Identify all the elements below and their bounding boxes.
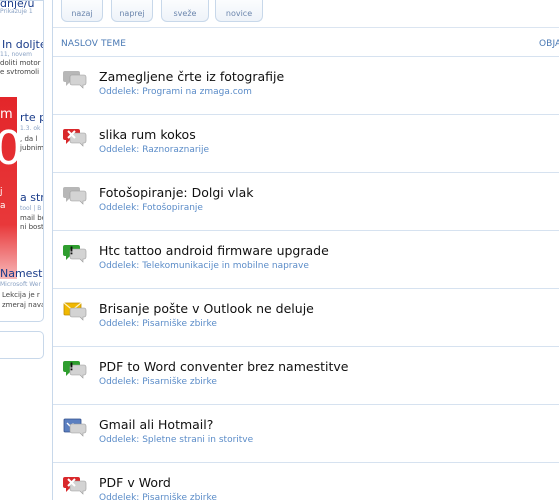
sidebar-line: 1.3. ok <box>20 125 41 132</box>
sidebar-line[interactable]: In doljte <box>2 38 43 51</box>
sidebar-line: jubnim <box>20 144 44 152</box>
topic-section-link[interactable]: Oddelek: Pisarniške zbirke <box>99 493 217 500</box>
topic-section-link[interactable]: Oddelek: Pisarniške zbirke <box>99 377 217 387</box>
topic-row[interactable]: Brisanje pošte v Outlook ne deluje Oddel… <box>53 288 559 346</box>
topics-panel: nazaj naprej sveže novice NASLOV TEME OB… <box>52 0 559 500</box>
topic-title[interactable]: PDF v Word <box>99 475 171 490</box>
column-header-published[interactable]: OBJA <box>539 39 559 49</box>
topic-row[interactable]: Htc tattoo android firmware upgrade Odde… <box>53 230 559 288</box>
topic-row[interactable]: slika rum kokos Oddelek: Raznoraznarije <box>53 114 559 172</box>
topic-new-icon <box>63 243 87 263</box>
topic-list: Zamegljene črte iz fotografije Oddelek: … <box>53 56 559 500</box>
topic-title[interactable]: Brisanje pošte v Outlook ne deluje <box>99 301 314 316</box>
sidebar-box <box>0 331 44 359</box>
topic-web-icon <box>63 417 87 437</box>
sidebar-line: e svtromoli <box>0 68 40 76</box>
promo-text: m <box>0 107 13 122</box>
sidebar-line: , da l <box>20 135 38 143</box>
sidebar-line[interactable]: Namestit <box>0 267 43 280</box>
topic-new-icon <box>63 359 87 379</box>
topic-section-link[interactable]: Oddelek: Raznoraznarije <box>99 145 209 155</box>
topic-title[interactable]: slika rum kokos <box>99 127 196 142</box>
topic-section-link[interactable]: Oddelek: Pisarniške zbirke <box>99 319 217 329</box>
refresh-label: sveže <box>173 9 197 18</box>
topic-title[interactable]: Zamegljene črte iz fotografije <box>99 69 284 84</box>
topic-row[interactable]: Fotošopiranje: Dolgi vlak Oddelek: Fotoš… <box>53 172 559 230</box>
topic-locked-icon <box>63 475 87 495</box>
sidebar-line: ni boste <box>20 223 44 231</box>
topic-row[interactable]: Zamegljene črte iz fotografije Oddelek: … <box>53 56 559 114</box>
topic-row[interactable]: PDF v Word Oddelek: Pisarniške zbirke <box>53 462 559 500</box>
topic-locked-icon <box>63 127 87 147</box>
sidebar-line: Prikazuje 1 <box>0 8 33 15</box>
sidebar-line: zmeraj naval <box>2 301 44 309</box>
news-button[interactable]: novice <box>215 0 263 22</box>
topic-section-link[interactable]: Oddelek: Telekomunikacije in mobilne nap… <box>99 261 309 271</box>
sidebar-line: mail boste <box>20 214 43 222</box>
topic-title[interactable]: PDF to Word conventer brez namestitve <box>99 359 348 374</box>
topic-read-icon <box>63 69 87 89</box>
sidebar-line: 11, novem <box>0 51 33 58</box>
sidebar: dnje/u Prikazuje 1 In doljte 11, novem d… <box>0 0 44 500</box>
promo-text: a <box>0 201 6 211</box>
sidebar-line: doliti motor <box>0 59 41 67</box>
forward-button[interactable]: naprej <box>111 0 153 22</box>
sidebar-line: tool | B <box>20 205 42 212</box>
sidebar-line[interactable]: a stra <box>20 191 43 204</box>
topic-mail-icon <box>63 301 87 321</box>
topic-section-link[interactable]: Oddelek: Spletne strani in storitve <box>99 435 253 445</box>
news-label: novice <box>225 9 253 18</box>
topic-title[interactable]: Htc tattoo android firmware upgrade <box>99 243 329 258</box>
news-sidebar-card: dnje/u Prikazuje 1 In doljte 11, novem d… <box>0 0 44 322</box>
forward-label: naprej <box>119 9 145 18</box>
topic-title[interactable]: Fotošopiranje: Dolgi vlak <box>99 185 253 200</box>
sidebar-line[interactable]: rte p <box>20 111 43 124</box>
topic-section-link[interactable]: Oddelek: Fotošopiranje <box>99 203 203 213</box>
column-header-topic[interactable]: NASLOV TEME <box>61 39 126 49</box>
topic-row[interactable]: Gmail ali Hotmail? Oddelek: Spletne stra… <box>53 404 559 462</box>
promo-text: j <box>0 187 3 197</box>
sidebar-line: Lekcija je r <box>2 291 40 299</box>
back-button[interactable]: nazaj <box>61 0 103 22</box>
topic-section-link[interactable]: Oddelek: Programi na zmaga.com <box>99 87 252 97</box>
sidebar-line: Microsoft Wer <box>0 281 41 288</box>
refresh-button[interactable]: sveže <box>161 0 209 22</box>
back-label: nazaj <box>71 9 93 18</box>
topic-row[interactable]: PDF to Word conventer brez namestitve Od… <box>53 346 559 404</box>
toolbar: nazaj naprej sveže novice <box>53 0 559 28</box>
topic-title[interactable]: Gmail ali Hotmail? <box>99 417 213 432</box>
topic-read-icon <box>63 185 87 205</box>
